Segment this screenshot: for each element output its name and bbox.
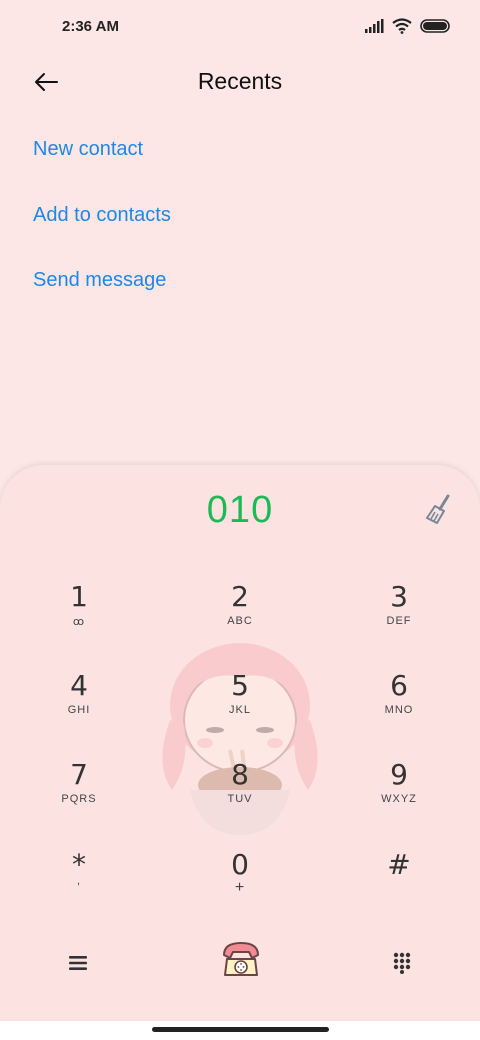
key-digit: 8 (231, 758, 249, 791)
status-time: 2:36 AM (62, 18, 119, 35)
menu-button[interactable] (58, 943, 98, 983)
wifi-icon (392, 18, 412, 34)
key-letters: + (234, 879, 246, 896)
key-letters: WXYZ (381, 793, 417, 805)
voicemail-icon: ꝏ (72, 616, 86, 628)
system-nav-bar (0, 1021, 480, 1040)
send-message-link[interactable]: Send message (33, 269, 166, 292)
key-hash[interactable]: # (344, 849, 454, 919)
status-bar: 2:36 AM (0, 0, 480, 56)
page-title: Recents (197, 68, 283, 94)
key-digit: 5 (231, 669, 249, 702)
key-digit: 3 (390, 580, 408, 613)
key-7[interactable]: 7 PQRS (24, 759, 134, 829)
key-8[interactable]: 8 TUV (185, 759, 295, 829)
clear-button[interactable] (422, 493, 456, 527)
add-to-contacts-link[interactable]: Add to contacts (33, 204, 171, 227)
header: Recents (0, 56, 480, 108)
key-digit: 6 (390, 669, 408, 702)
key-6[interactable]: 6 MNO (344, 670, 454, 740)
key-2[interactable]: 2 ABC (185, 581, 295, 651)
signal-icon (365, 19, 384, 33)
dialed-number: 010 (206, 489, 274, 531)
key-5[interactable]: 5 JKL (185, 670, 295, 740)
dialer-bottom-bar (0, 935, 480, 995)
key-digit: 1 (70, 580, 88, 613)
key-digit: 0 (231, 848, 249, 881)
key-digit: 2 (231, 580, 249, 613)
dialpad-icon (393, 952, 411, 974)
key-digit: # (387, 848, 411, 881)
broom-icon (426, 494, 450, 524)
key-star[interactable]: * , (24, 849, 134, 919)
key-letters: TUV (227, 793, 253, 805)
key-digit: 4 (70, 669, 88, 702)
call-button[interactable] (218, 935, 264, 981)
key-letters: GHI (67, 704, 91, 716)
key-1[interactable]: 1 ꝏ (24, 581, 134, 651)
key-digit: 7 (70, 758, 88, 791)
key-9[interactable]: 9 WXYZ (344, 759, 454, 829)
phone-icon (223, 942, 259, 976)
home-indicator[interactable] (152, 1027, 329, 1032)
key-3[interactable]: 3 DEF (344, 581, 454, 651)
key-letters: JKL (229, 704, 251, 716)
dialpad-toggle-button[interactable] (382, 943, 422, 983)
status-icons (364, 18, 450, 34)
key-0[interactable]: 0 + (185, 849, 295, 919)
key-letters: PQRS (61, 793, 97, 805)
key-4[interactable]: 4 GHI (24, 670, 134, 740)
key-letters: , (76, 875, 82, 887)
key-letters: DEF (386, 615, 412, 627)
menu-icon (69, 956, 87, 970)
new-contact-link[interactable]: New contact (33, 138, 143, 161)
dialpad-panel: 010 1 ꝏ 2 ABC 3 DEF 4 GHI 5 JKL 6 MNO 7 … (0, 465, 480, 1021)
key-letters: MNO (384, 704, 414, 716)
key-digit: 9 (390, 758, 408, 791)
battery-icon (420, 19, 450, 33)
key-letters: ABC (227, 615, 253, 627)
